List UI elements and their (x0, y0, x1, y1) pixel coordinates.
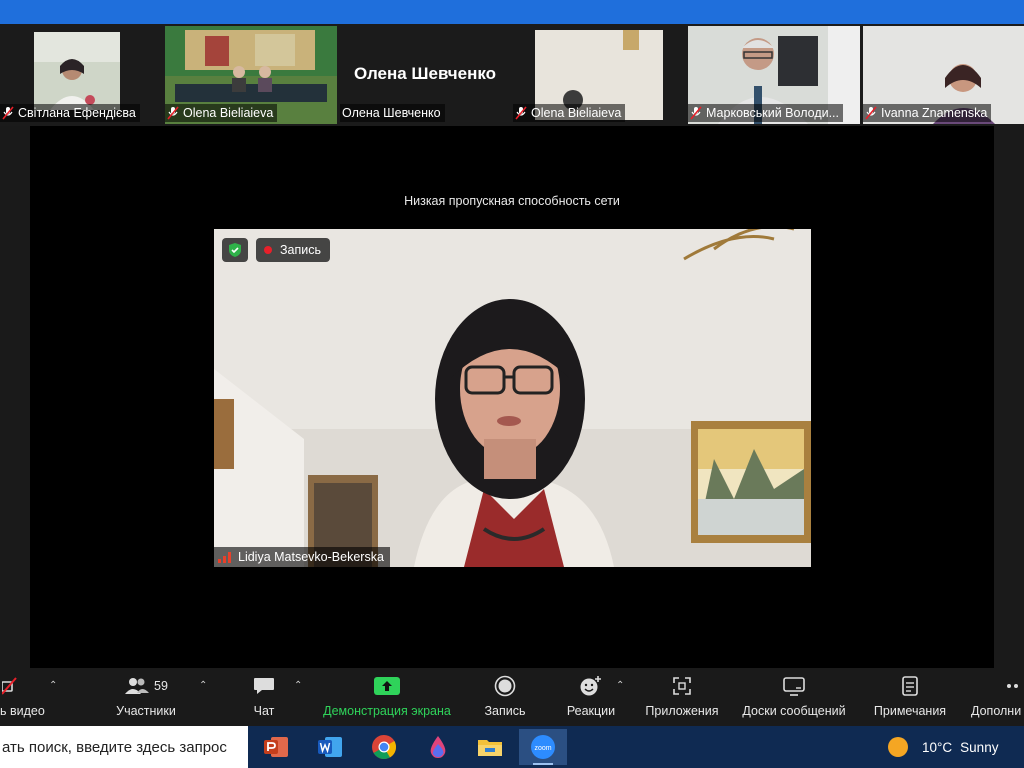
participant-tile[interactable]: Марковський Володи... (688, 26, 860, 124)
word-icon (318, 737, 342, 757)
participant-name-tag: Olena Bieliaieva (513, 104, 626, 122)
participants-button[interactable]: 59 Участники (110, 668, 182, 726)
participant-name: Olena Bieliaieva (183, 106, 274, 120)
chat-options-caret-icon[interactable]: ⌃ (294, 680, 302, 691)
active-app-indicator (533, 763, 553, 765)
participants-count: 59 (154, 679, 168, 693)
taskbar-app-zoom[interactable]: zoom (519, 729, 567, 765)
weather-condition: Sunny (960, 739, 999, 755)
speaker-video-frame (214, 229, 811, 567)
more-button[interactable]: Дополни (968, 668, 1024, 726)
signal-strength-icon (218, 552, 231, 563)
file-explorer-icon (478, 740, 502, 756)
weather-temperature: 10°C (922, 739, 953, 755)
participant-name: Ivanna Znamenska (881, 106, 988, 120)
mic-off-icon (865, 106, 877, 120)
participant-tile[interactable]: Olena Bieliaieva (513, 26, 685, 124)
reactions-icon (580, 676, 601, 696)
participants-icon (125, 678, 150, 694)
chat-button[interactable]: Чат (244, 668, 284, 726)
meeting-controls-toolbar: ь видео ⌃ 59 Участники ⌃ Чат ⌃ Демонстра… (0, 668, 1024, 726)
notes-icon (902, 676, 918, 696)
taskbar-app-powerpoint[interactable] (252, 729, 300, 765)
video-label: ь видео (0, 704, 45, 718)
network-warning: Низкая пропускная способность сети (404, 194, 620, 208)
share-screen-icon (374, 677, 400, 695)
taskbar-search-input[interactable]: ать поиск, введите здесь запрос (0, 726, 248, 768)
whiteboards-button[interactable]: Доски сообщений (736, 668, 852, 726)
share-screen-label: Демонстрация экрана (323, 704, 451, 718)
participant-name-tag: Ivanna Znamenska (863, 104, 992, 122)
recording-indicator[interactable]: Запись (256, 238, 331, 262)
record-button[interactable]: Запись (480, 668, 530, 726)
active-speaker-video[interactable]: Запись Lidiya Matsevko-Bekerska (214, 229, 811, 567)
participant-tile[interactable]: Olena Bieliaieva (165, 26, 337, 124)
taskbar-app-word[interactable] (306, 729, 354, 765)
participant-display-name: Олена Шевченко (353, 64, 497, 83)
whiteboards-label: Доски сообщений (742, 704, 846, 718)
more-label: Дополни (971, 704, 1022, 718)
search-placeholder: ать поиск, введите здесь запрос (2, 738, 227, 756)
windows-taskbar: ать поиск, введите здесь запрос zoom 10°… (0, 726, 1024, 768)
record-dot-icon (264, 246, 272, 254)
participant-name-tag: Olena Bieliaieva (165, 104, 278, 122)
reactions-label: Реакции (566, 704, 616, 718)
chat-icon (254, 678, 274, 694)
video-off-icon (2, 677, 17, 695)
paint-icon (430, 736, 446, 758)
zoom-icon: zoom (531, 735, 555, 759)
mic-off-icon (2, 106, 14, 120)
participant-name: Olena Bieliaieva (531, 106, 622, 120)
apps-label: Приложения (645, 704, 719, 718)
window-title-strip (0, 0, 1024, 24)
active-speaker-stage: Низкая пропускная способность сети Запис… (30, 126, 994, 668)
participant-name: Світлана Ефендієва (18, 106, 136, 120)
powerpoint-icon (264, 737, 288, 757)
recording-label: Запись (280, 243, 322, 257)
video-options-caret-icon[interactable]: ⌃ (49, 680, 57, 691)
participant-tile[interactable]: Ivanna Znamenska (863, 26, 1024, 124)
participant-name-tag: Марковський Володи... (688, 104, 844, 122)
apps-button[interactable]: Приложения (640, 668, 724, 726)
security-badge[interactable] (222, 238, 248, 262)
participant-tile[interactable]: Світлана Ефендієва (0, 26, 162, 124)
sun-icon (888, 737, 908, 757)
record-label: Запись (484, 704, 526, 718)
svg-text:zoom: zoom (534, 745, 551, 752)
notes-button[interactable]: Примечания (868, 668, 952, 726)
mic-off-icon (690, 106, 702, 120)
taskbar-app-file-explorer[interactable] (466, 729, 514, 765)
participant-name-tag: Олена Шевченко (340, 104, 445, 122)
taskbar-app-chrome[interactable] (360, 729, 408, 765)
apps-icon (673, 677, 691, 695)
chrome-icon (372, 735, 397, 760)
mic-off-icon (167, 106, 179, 120)
participant-name: Марковський Володи... (706, 106, 840, 120)
notes-label: Примечания (873, 704, 947, 718)
whiteboard-icon (783, 677, 805, 696)
speaker-name-tag: Lidiya Matsevko-Bekerska (214, 547, 390, 567)
weather-widget[interactable]: 10°C Sunny (888, 726, 998, 768)
participants-options-caret-icon[interactable]: ⌃ (199, 680, 207, 691)
share-screen-button[interactable]: Демонстрация экрана (318, 668, 456, 726)
more-dots-icon (1007, 684, 1018, 688)
participant-tile[interactable]: Олена Шевченко Олена Шевченко (340, 26, 510, 124)
reactions-options-caret-icon[interactable]: ⌃ (616, 680, 624, 691)
speaker-name: Lidiya Matsevko-Bekerska (238, 550, 384, 564)
participants-label: Участники (116, 704, 176, 718)
shield-icon (229, 243, 241, 257)
taskbar-app-paint[interactable] (414, 729, 462, 765)
stop-video-button[interactable]: ь видео (0, 668, 48, 726)
mic-off-icon (515, 106, 527, 120)
participant-name: Олена Шевченко (342, 106, 441, 120)
participant-name-tag: Світлана Ефендієва (0, 104, 140, 122)
chat-label: Чат (253, 704, 275, 718)
reactions-button[interactable]: Реакции (562, 668, 620, 726)
record-icon (494, 675, 516, 697)
participant-gallery: Світлана Ефендієва Olena Bieliaieva Олен… (0, 24, 1024, 126)
